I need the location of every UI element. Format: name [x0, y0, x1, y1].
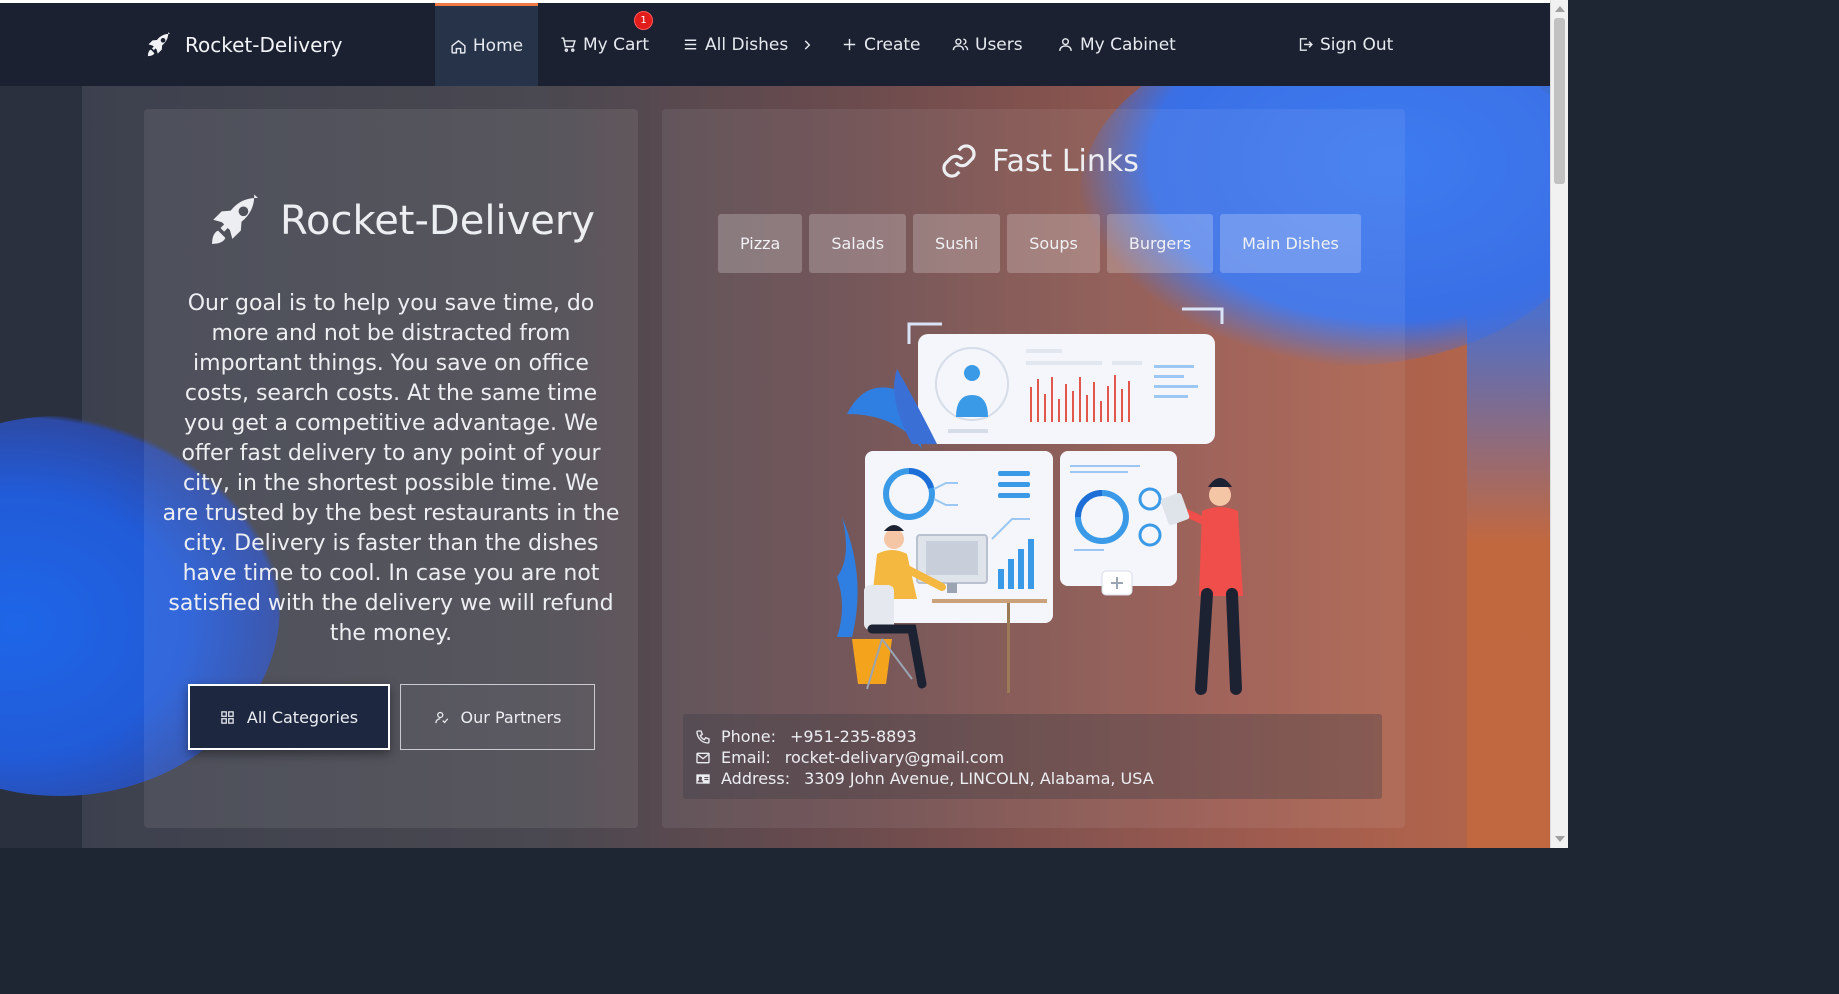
all-categories-button[interactable]: All Categories	[188, 684, 390, 750]
link-icon	[942, 144, 976, 178]
category-soups[interactable]: Soups	[1007, 214, 1100, 273]
nav-my-cabinet[interactable]: My Cabinet	[1057, 3, 1176, 86]
category-burgers[interactable]: Burgers	[1106, 214, 1214, 273]
rocket-icon	[147, 32, 171, 57]
plus-icon	[843, 38, 856, 51]
main-content: Rocket-Delivery Our goal is to help you …	[0, 86, 1550, 848]
nav-cart[interactable]: My Cart 1	[560, 3, 653, 86]
brand-logo[interactable]: Rocket-Delivery	[145, 29, 342, 61]
category-salads[interactable]: Salads	[809, 214, 907, 273]
about-panel: Rocket-Delivery Our goal is to help you …	[144, 109, 638, 828]
category-sushi[interactable]: Sushi	[913, 214, 1001, 273]
partners-icon	[434, 711, 448, 723]
nav-sign-out-label: Sign Out	[1320, 34, 1394, 55]
category-main-dishes[interactable]: Main Dishes	[1220, 214, 1361, 273]
address-label: Address:	[721, 769, 791, 788]
all-categories-label: All Categories	[246, 707, 359, 727]
nav-all-dishes[interactable]: All Dishes	[682, 3, 814, 86]
phone-label: Phone:	[721, 727, 776, 746]
cart-icon	[561, 37, 576, 52]
user-icon	[1059, 38, 1072, 51]
scroll-down-arrow[interactable]	[1555, 836, 1565, 842]
nav-users[interactable]: Users	[952, 3, 1023, 86]
contact-address: Address: 3309 John Avenue, LINCOLN, Alab…	[695, 768, 1382, 789]
phone-value: +951-235-8893	[789, 727, 917, 746]
nav-sign-out[interactable]: Sign Out	[1297, 3, 1393, 86]
sign-out-icon	[1299, 38, 1313, 51]
grid-icon	[221, 710, 234, 724]
scroll-up-arrow[interactable]	[1555, 6, 1565, 12]
nav-create[interactable]: Create	[841, 3, 921, 86]
hero-description: Our goal is to help you save time, do mo…	[162, 291, 620, 646]
scroll-thumb[interactable]	[1554, 18, 1565, 184]
contact-email: Email: rocket-delivary@gmail.com	[695, 747, 1382, 768]
fast-links-panel: Fast Links Pizza Salads Sushi Soups Burg…	[662, 109, 1405, 828]
nav-all-dishes-label: All Dishes	[705, 34, 789, 55]
top-navbar: Rocket-Delivery Home My Cart 1 All Dishe…	[0, 3, 1550, 86]
home-icon	[451, 39, 466, 54]
phone-icon	[696, 729, 710, 744]
nav-home[interactable]: Home	[435, 3, 538, 86]
category-links: Pizza Salads Sushi Soups Burgers Main Di…	[718, 214, 1361, 273]
fast-links-title-text: Fast Links	[992, 143, 1139, 179]
category-pizza[interactable]: Pizza	[718, 214, 803, 273]
contact-info: Phone: +951-235-8893 Email: rocket-deliv…	[683, 714, 1382, 799]
email-value[interactable]: rocket-delivary@gmail.com	[785, 748, 1004, 767]
hero-title-text: Rocket-Delivery	[280, 198, 595, 244]
fast-links-title: Fast Links	[940, 139, 1139, 183]
cart-count-badge: 1	[634, 11, 653, 30]
users-icon	[952, 38, 969, 51]
contact-phone: Phone: +951-235-8893	[695, 726, 1382, 747]
nav-home-label: Home	[472, 36, 524, 56]
nav-users-label: Users	[975, 34, 1023, 55]
email-label: Email:	[721, 748, 771, 767]
analytics-illustration	[837, 307, 1243, 695]
our-partners-label: Our Partners	[460, 707, 562, 727]
mail-icon	[696, 752, 710, 763]
rocket-icon	[212, 194, 258, 244]
vertical-scrollbar[interactable]	[1550, 0, 1568, 848]
address-value: 3309 John Avenue, LINCOLN, Alabama, USA	[804, 769, 1154, 788]
brand-name: Rocket-Delivery	[185, 33, 343, 57]
menu-icon	[684, 39, 697, 50]
our-partners-button[interactable]: Our Partners	[400, 684, 595, 750]
nav-my-cabinet-label: My Cabinet	[1080, 34, 1176, 55]
address-card-icon	[696, 773, 710, 784]
chevron-right-icon	[804, 39, 811, 50]
nav-cart-label: My Cart	[583, 34, 650, 55]
nav-create-label: Create	[864, 34, 921, 55]
hero-title: Rocket-Delivery	[206, 191, 606, 251]
